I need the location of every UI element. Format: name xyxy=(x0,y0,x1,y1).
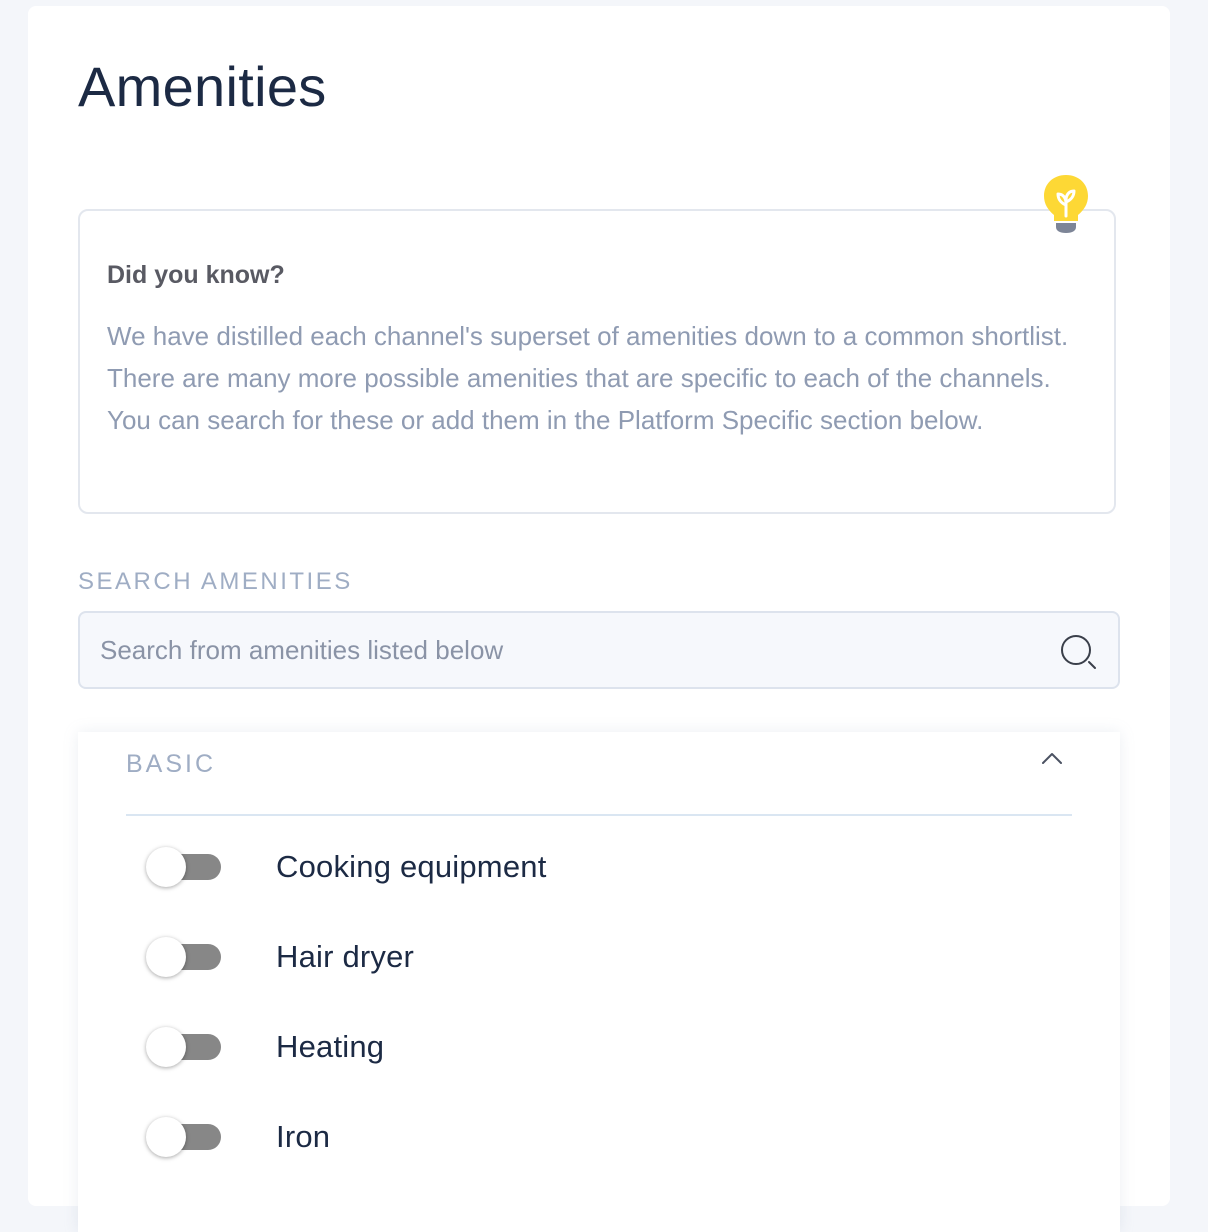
list-item: Iron xyxy=(146,1105,1026,1165)
amenity-label: Hair dryer xyxy=(276,939,415,974)
toggle-knob xyxy=(146,1027,186,1067)
did-you-know-tip: Did you know? We have distilled each cha… xyxy=(78,209,1116,514)
section-title: BASIC xyxy=(126,750,217,778)
search-input[interactable] xyxy=(100,613,1030,687)
search-icon[interactable] xyxy=(1058,633,1102,673)
amenity-section-basic: BASIC Cooking equipment Hair dryer Heati… xyxy=(78,732,1120,1232)
toggle-switch[interactable] xyxy=(146,847,222,887)
section-header[interactable]: BASIC xyxy=(126,732,1072,816)
toggle-switch[interactable] xyxy=(146,1117,222,1157)
list-item: Hair dryer xyxy=(146,925,1026,985)
lightbulb-icon xyxy=(1044,175,1088,233)
amenity-label: Cooking equipment xyxy=(276,849,547,884)
page-title: Amenities xyxy=(78,55,327,118)
toggle-switch[interactable] xyxy=(146,1027,222,1067)
list-item: Heating xyxy=(146,1015,1026,1075)
tip-heading: Did you know? xyxy=(107,261,285,289)
list-item: Cooking equipment xyxy=(146,835,1026,895)
amenity-label: Iron xyxy=(276,1119,331,1154)
toggle-knob xyxy=(146,847,186,887)
toggle-switch[interactable] xyxy=(146,937,222,977)
tip-body: We have distilled each channel's superse… xyxy=(107,321,1069,435)
amenities-card: Amenities Did you know? We have distille… xyxy=(28,6,1170,1232)
toggle-knob xyxy=(146,937,186,977)
amenity-label: Heating xyxy=(276,1029,385,1064)
toggle-knob xyxy=(146,1117,186,1157)
search-label: SEARCH AMENITIES xyxy=(78,568,353,595)
search-box xyxy=(78,611,1120,689)
chevron-up-icon[interactable] xyxy=(1038,744,1066,772)
